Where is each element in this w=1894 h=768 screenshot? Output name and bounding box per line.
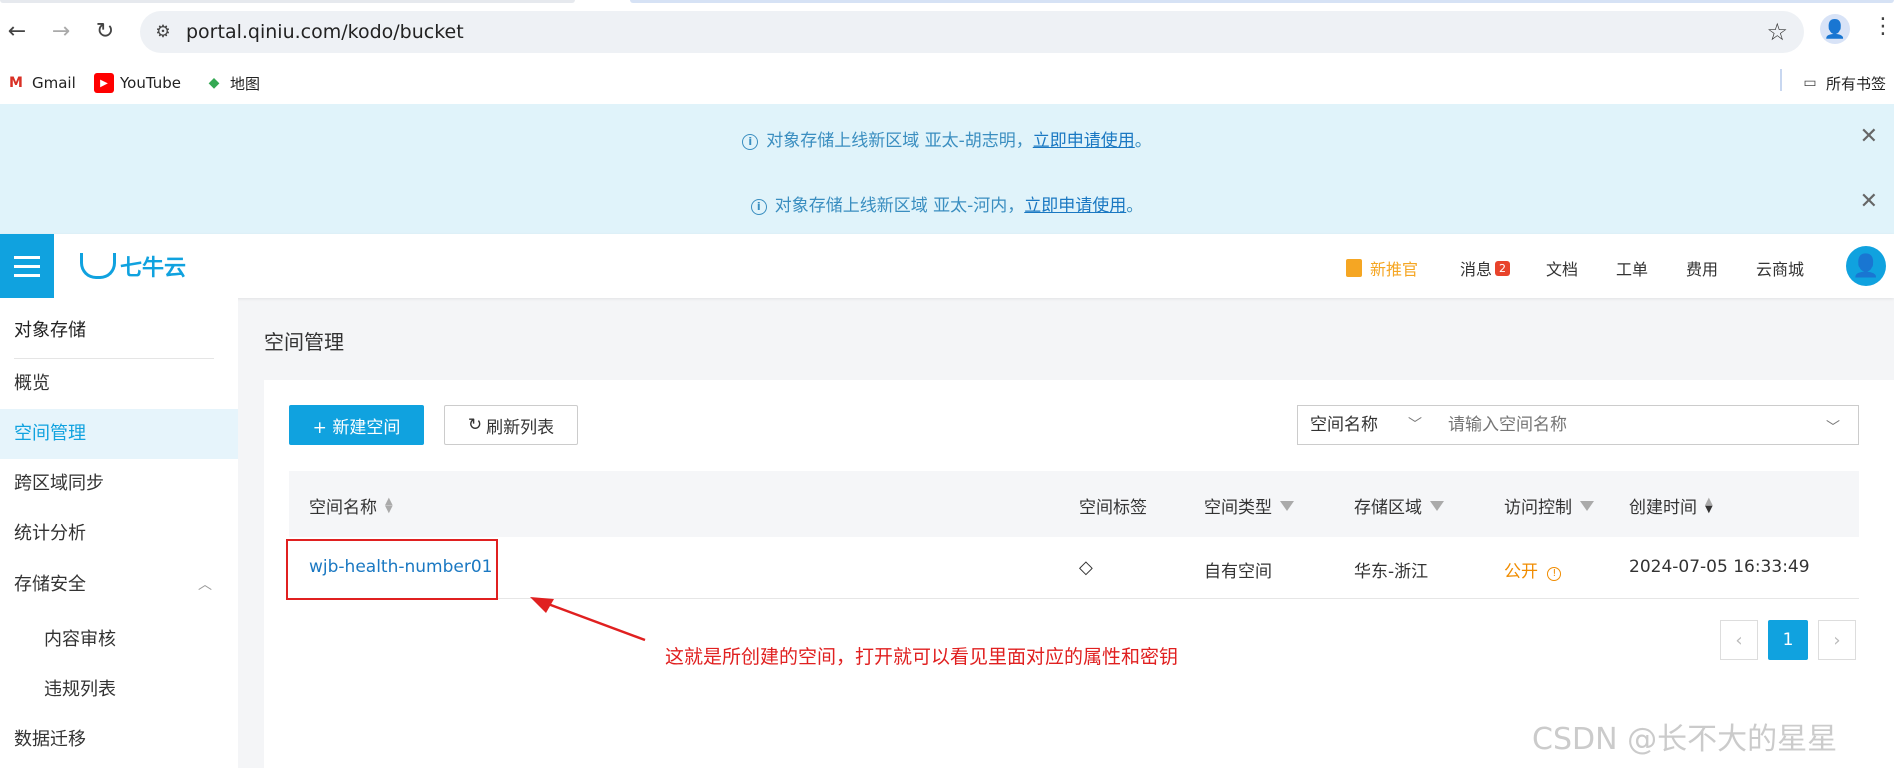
sidebar-item-statistics[interactable]: 统计分析 bbox=[0, 509, 238, 559]
annotation-arrow bbox=[530, 597, 646, 642]
info-icon: i bbox=[750, 199, 767, 215]
sidebar-item-content-audit[interactable]: 内容审核 bbox=[0, 615, 238, 665]
access-control: 公开 ! bbox=[1504, 557, 1562, 582]
created-time: 2024-07-05 16:33:49 bbox=[1629, 557, 1810, 577]
chevron-down-icon: ﹀ bbox=[1826, 420, 1840, 436]
notice-line: i 对象存储上线新区域 亚太-河内，立即申请使用。 bbox=[0, 191, 1894, 216]
docs-link[interactable]: 文档 bbox=[1546, 256, 1578, 280]
sidebar-item-overview[interactable]: 概览 bbox=[0, 359, 238, 409]
column-header-region[interactable]: 存储区域 bbox=[1354, 493, 1444, 518]
forward-icon[interactable]: → bbox=[44, 14, 78, 48]
chevron-up-icon: ︿ bbox=[198, 577, 212, 593]
column-header-name[interactable]: 空间名称 ▲ ▼ bbox=[309, 493, 393, 518]
info-icon[interactable]: ! bbox=[1547, 567, 1562, 581]
qiniu-logo[interactable]: 七牛云 bbox=[80, 251, 186, 281]
folder-icon: ▭ bbox=[1803, 75, 1817, 91]
sidebar-item-violation-list[interactable]: 违规列表 bbox=[0, 665, 238, 715]
sidebar-item-data-migration[interactable]: 数据迁移 bbox=[0, 715, 238, 765]
bookmark-gmail[interactable]: M Gmail bbox=[6, 70, 76, 96]
refresh-list-button[interactable]: ↻ 刷新列表 bbox=[444, 405, 578, 445]
close-icon[interactable]: ✕ bbox=[1860, 189, 1878, 214]
pagination-prev[interactable]: ‹ bbox=[1720, 620, 1758, 660]
sidebar: 对象存储 概览 空间管理 跨区域同步 统计分析 存储安全 ︿ 内容审核 违规列表… bbox=[0, 298, 238, 768]
browser-toolbar: ← → ↻ ⚙ portal.qiniu.com/kodo/bucket ☆ 👤… bbox=[0, 0, 1894, 62]
notice-line: i 对象存储上线新区域 亚太-胡志明，立即申请使用。 bbox=[0, 126, 1894, 151]
site-info-icon[interactable]: ⚙ bbox=[152, 21, 174, 43]
chevron-down-icon: ﹀ bbox=[1408, 417, 1422, 433]
filter-icon[interactable] bbox=[1280, 500, 1294, 511]
notice-banner: i 对象存储上线新区域 亚太-胡志明，立即申请使用。 ✕ i 对象存储上线新区域 亚… bbox=[0, 104, 1894, 234]
bucket-type: 自有空间 bbox=[1204, 562, 1272, 582]
all-bookmarks[interactable]: ▭ 所有书签 bbox=[1800, 70, 1886, 96]
search-input[interactable] bbox=[1434, 405, 1859, 445]
back-icon[interactable]: ← bbox=[0, 14, 34, 48]
tickets-link[interactable]: 工单 bbox=[1616, 256, 1648, 280]
gmail-icon: M bbox=[9, 75, 23, 91]
sidebar-item-bucket-management[interactable]: 空间管理 bbox=[0, 409, 238, 459]
search-field-select[interactable]: 空间名称 ﹀ bbox=[1297, 405, 1435, 445]
apply-link[interactable]: 立即申请使用 bbox=[1033, 131, 1135, 151]
sidebar-item-storage-security[interactable]: 存储安全 ︿ bbox=[0, 560, 238, 610]
bookmark-youtube[interactable]: ▶ YouTube bbox=[94, 70, 181, 96]
hamburger-menu-icon[interactable] bbox=[0, 234, 54, 298]
sidebar-item-cross-region-sync[interactable]: 跨区域同步 bbox=[0, 459, 238, 509]
watermark: CSDN @长不大的星星 bbox=[1532, 722, 1838, 757]
column-header-created[interactable]: 创建时间 ▲ ▼ bbox=[1629, 493, 1713, 518]
filter-icon[interactable] bbox=[1430, 500, 1444, 511]
filter-icon[interactable] bbox=[1580, 500, 1594, 511]
sort-icon[interactable]: ▲ ▼ bbox=[1705, 496, 1713, 514]
profile-icon[interactable]: 👤 bbox=[1820, 14, 1850, 44]
refresh-icon: ↻ bbox=[467, 415, 483, 435]
table-header: 空间名称 ▲ ▼ 空间标签 空间类型 存储区域 访问控制 创建时间 ▲ ▼ bbox=[289, 471, 1859, 537]
app-header: 七牛云 新推官 消息 2 文档 工单 费用 云商城 👤 bbox=[0, 234, 1894, 298]
bookmark-star-icon[interactable]: ☆ bbox=[1766, 18, 1788, 46]
close-icon[interactable]: ✕ bbox=[1860, 124, 1878, 149]
new-feature-link[interactable]: 新推官 bbox=[1346, 256, 1418, 280]
tab-strip bbox=[0, 0, 1894, 3]
highlight-box bbox=[286, 539, 498, 600]
apply-link[interactable]: 立即申请使用 bbox=[1024, 196, 1126, 216]
annotation-text: 这就是所创建的空间，打开就可以看见里面对应的属性和密钥 bbox=[665, 646, 1179, 668]
logo-mark-icon bbox=[80, 253, 116, 279]
new-bucket-button[interactable]: + 新建空间 bbox=[289, 405, 424, 445]
sidebar-title: 对象存储 bbox=[14, 320, 86, 341]
bookmark-maps[interactable]: ◆ 地图 bbox=[204, 70, 260, 96]
bookmarks-divider bbox=[1780, 69, 1782, 91]
column-header-type[interactable]: 空间类型 bbox=[1204, 493, 1294, 518]
address-bar[interactable]: ⚙ portal.qiniu.com/kodo/bucket ☆ bbox=[140, 11, 1804, 53]
maps-icon: ◆ bbox=[208, 75, 220, 91]
table-row[interactable]: wjb-health-number01 ◇ 自有空间 华东-浙江 公开 ! 20… bbox=[289, 537, 1859, 599]
billing-link[interactable]: 费用 bbox=[1686, 256, 1718, 280]
url-text[interactable]: portal.qiniu.com/kodo/bucket bbox=[186, 21, 464, 43]
column-header-tags: 空间标签 bbox=[1079, 498, 1147, 518]
bucket-region: 华东-浙江 bbox=[1354, 562, 1429, 582]
menu-kebab-icon[interactable]: ⋮ bbox=[1872, 14, 1894, 39]
user-avatar[interactable]: 👤 bbox=[1846, 246, 1886, 286]
pagination-current[interactable]: 1 bbox=[1768, 620, 1808, 660]
reload-icon[interactable]: ↻ bbox=[88, 14, 122, 48]
messages-link[interactable]: 消息 2 bbox=[1460, 256, 1511, 280]
youtube-icon: ▶ bbox=[94, 73, 114, 93]
messages-badge: 2 bbox=[1495, 260, 1511, 276]
info-icon: i bbox=[742, 134, 759, 150]
column-header-access[interactable]: 访问控制 bbox=[1504, 493, 1594, 518]
bookmarks-bar: M Gmail ▶ YouTube ◆ 地图 ▭ 所有书签 bbox=[0, 62, 1894, 104]
page-title: 空间管理 bbox=[264, 330, 344, 354]
pagination-next[interactable]: › bbox=[1818, 620, 1856, 660]
sort-icon[interactable]: ▲ ▼ bbox=[385, 496, 393, 514]
gift-icon bbox=[1346, 259, 1362, 277]
market-link[interactable]: 云商城 bbox=[1756, 256, 1804, 280]
tag-icon[interactable]: ◇ bbox=[1079, 557, 1093, 578]
